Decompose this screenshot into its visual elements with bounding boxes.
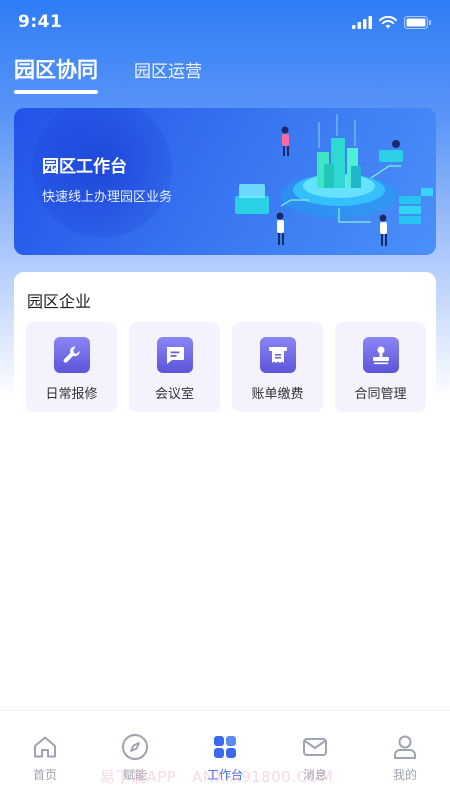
status-bar: 9:41 <box>0 0 450 44</box>
banner-subtitle: 快速线上办理园区业务 <box>42 190 173 205</box>
nav-label: 我的 <box>392 768 417 782</box>
user-icon <box>391 733 419 761</box>
top-tabs: 园区协同 园区运营 <box>14 54 202 94</box>
service-meeting-room[interactable]: 会议室 <box>129 322 220 412</box>
service-contract-management[interactable]: 合同管理 <box>335 322 426 412</box>
park-enterprise-card: 园区企业 日常报修 会议室 账单缴费 合同管理 <box>14 272 436 422</box>
tab-park-operation[interactable]: 园区运营 <box>134 54 202 94</box>
service-label: 会议室 <box>154 387 194 402</box>
watermark: 易下载APP · ANXIA91800.COM <box>100 768 334 786</box>
park-enterprise-title: 园区企业 <box>27 292 92 311</box>
chat-icon <box>156 337 193 373</box>
nav-profile[interactable]: 我的 <box>360 711 450 800</box>
grid-icon <box>211 733 239 761</box>
workbench-banner[interactable]: 园区工作台 快速线上办理园区业务 <box>14 108 436 255</box>
nav-home[interactable]: 首页 <box>0 711 90 800</box>
service-label: 日常报修 <box>45 387 98 402</box>
compass-icon <box>121 733 149 761</box>
enterprise-service-grid: 日常报修 会议室 账单缴费 合同管理 <box>26 322 426 412</box>
wrench-icon <box>53 337 90 373</box>
status-icons <box>352 15 432 29</box>
service-label: 合同管理 <box>354 387 407 402</box>
mail-icon <box>301 733 329 761</box>
smart-park-illustration <box>235 114 433 246</box>
banner-title: 园区工作台 <box>42 157 127 177</box>
status-time: 9:41 <box>18 12 63 32</box>
signal-icon <box>352 15 372 29</box>
stamp-icon <box>362 337 399 373</box>
service-bill-payment[interactable]: 账单缴费 <box>232 322 323 412</box>
wifi-icon <box>379 15 397 28</box>
tab-park-collaboration[interactable]: 园区协同 <box>14 54 98 94</box>
bill-icon <box>259 337 296 373</box>
nav-label: 首页 <box>32 768 57 782</box>
home-icon <box>31 733 59 761</box>
service-daily-repair[interactable]: 日常报修 <box>26 322 117 412</box>
battery-icon <box>404 15 431 29</box>
service-label: 账单缴费 <box>251 387 304 402</box>
